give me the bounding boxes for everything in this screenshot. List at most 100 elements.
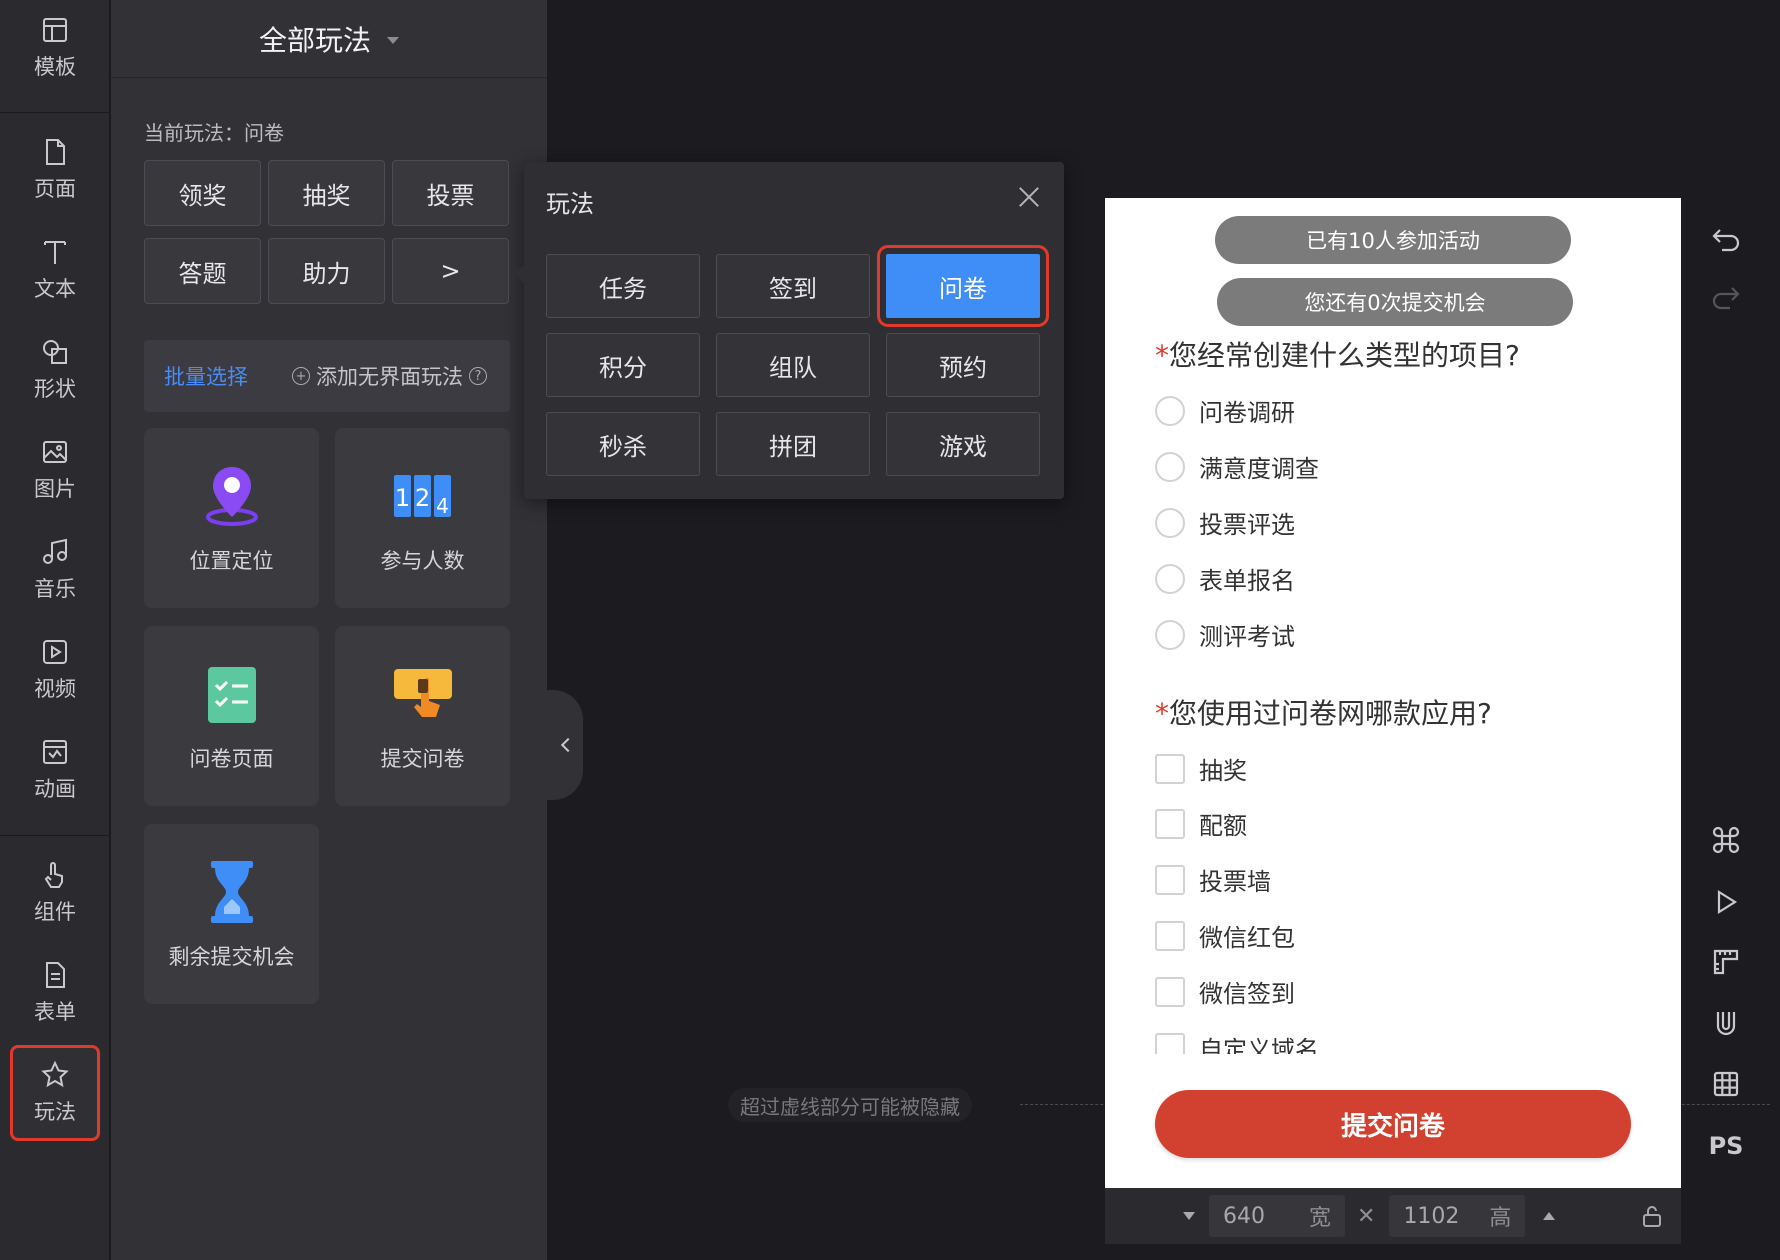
rail-item-gameplay[interactable]: 玩法 bbox=[10, 1045, 100, 1141]
close-icon[interactable] bbox=[1016, 184, 1042, 210]
popup-option[interactable]: 签到 bbox=[716, 254, 870, 318]
checkbox-option[interactable]: 投票墙 bbox=[1155, 862, 1271, 897]
popup-pointer bbox=[515, 265, 524, 283]
radio-button[interactable] bbox=[1155, 395, 1185, 426]
undo-button[interactable] bbox=[1700, 212, 1752, 264]
mode-button[interactable]: 助力 bbox=[268, 238, 385, 304]
grid-icon bbox=[1713, 1071, 1739, 1097]
popup-option[interactable]: 组队 bbox=[716, 333, 870, 397]
checkbox[interactable] bbox=[1155, 1032, 1185, 1054]
height-field[interactable]: 1102 高 bbox=[1389, 1195, 1526, 1237]
rail-label: 文本 bbox=[34, 277, 76, 301]
more-modes-button[interactable]: > bbox=[392, 238, 509, 304]
ps-import-button[interactable]: PS bbox=[1700, 1120, 1752, 1172]
radio-button[interactable] bbox=[1155, 619, 1185, 650]
card-location[interactable]: 位置定位 bbox=[144, 428, 319, 608]
rail-item-form[interactable]: 表单 bbox=[0, 945, 110, 1041]
rail-item-music[interactable]: 音乐 bbox=[0, 522, 110, 618]
fold-hint: 超过虚线部分可能被隐藏 bbox=[728, 1088, 972, 1122]
radio-button[interactable] bbox=[1155, 507, 1185, 538]
preview-button[interactable] bbox=[1700, 876, 1752, 928]
card-questionnaire-page[interactable]: 问卷页面 bbox=[144, 626, 319, 806]
rail-item-shape[interactable]: 形状 bbox=[0, 322, 110, 418]
svg-text:1: 1 bbox=[394, 484, 409, 512]
option-label: 满意度调查 bbox=[1199, 455, 1319, 483]
card-participants[interactable]: 1 2 4 参与人数 bbox=[335, 428, 510, 608]
add-free-gameplay-link[interactable]: + 添加无界面玩法 ? bbox=[292, 361, 487, 391]
rail-label: 表单 bbox=[34, 1000, 76, 1024]
magnet-snap-button[interactable] bbox=[1700, 998, 1752, 1050]
decrease-icon[interactable] bbox=[1183, 1212, 1195, 1220]
svg-text:4: 4 bbox=[436, 494, 449, 518]
panel-header[interactable]: 全部玩法 bbox=[111, 0, 547, 78]
radio-option[interactable]: 问卷调研 bbox=[1155, 393, 1295, 428]
mode-button[interactable]: 抽奖 bbox=[268, 160, 385, 226]
checkbox[interactable] bbox=[1155, 808, 1185, 839]
rail-item-image[interactable]: 图片 bbox=[0, 422, 110, 518]
command-icon bbox=[1712, 826, 1740, 854]
radio-button[interactable] bbox=[1155, 451, 1185, 482]
option-label: 投票评选 bbox=[1199, 511, 1295, 539]
help-icon[interactable]: ? bbox=[469, 367, 487, 385]
popup-option[interactable]: 预约 bbox=[886, 333, 1040, 397]
increase-icon[interactable] bbox=[1543, 1212, 1556, 1220]
checkbox-option[interactable]: 抽奖 bbox=[1155, 751, 1247, 786]
rail-item-video[interactable]: 视频 bbox=[0, 622, 110, 718]
grid-button[interactable] bbox=[1700, 1058, 1752, 1110]
checkbox[interactable] bbox=[1155, 753, 1185, 784]
rail-item-component[interactable]: 组件 bbox=[0, 845, 110, 941]
checkbox-option[interactable]: 微信红包 bbox=[1155, 918, 1295, 953]
ruler-button[interactable] bbox=[1700, 936, 1752, 988]
mode-button[interactable]: 领奖 bbox=[144, 160, 261, 226]
panel-title: 全部玩法 bbox=[258, 23, 371, 57]
collapse-panel-button[interactable] bbox=[547, 690, 583, 800]
popup-option[interactable]: 秒杀 bbox=[546, 412, 700, 476]
height-value: 1102 bbox=[1403, 1203, 1460, 1229]
question-2-title: *您使用过问卷网哪款应用? bbox=[1155, 692, 1492, 732]
page-preview[interactable]: 已有10人参加活动 您还有0次提交机会 *您经常创建什么类型的项目? 问卷调研 … bbox=[1105, 198, 1681, 1188]
popup-option-selected[interactable]: 问卷 bbox=[877, 245, 1049, 327]
option-label: 问卷调研 bbox=[1199, 399, 1295, 427]
mode-button[interactable]: 投票 bbox=[392, 160, 509, 226]
popup-option[interactable]: 任务 bbox=[546, 254, 700, 318]
checkbox[interactable] bbox=[1155, 864, 1185, 895]
chances-pill[interactable]: 您还有0次提交机会 bbox=[1217, 278, 1573, 326]
shortcuts-button[interactable] bbox=[1700, 814, 1752, 866]
svg-text:2: 2 bbox=[414, 484, 429, 512]
rail-item-animation[interactable]: 动画 bbox=[0, 722, 110, 818]
rail-item-page[interactable]: 页面 bbox=[0, 122, 110, 218]
participants-pill[interactable]: 已有10人参加活动 bbox=[1215, 216, 1571, 264]
current-gameplay-label: 当前玩法：问卷 bbox=[144, 121, 284, 145]
card-remaining-chances[interactable]: 剩余提交机会 bbox=[144, 824, 319, 1004]
card-submit-questionnaire[interactable]: 提交问卷 bbox=[335, 626, 510, 806]
redo-button[interactable] bbox=[1700, 270, 1752, 322]
checkbox[interactable] bbox=[1155, 920, 1185, 951]
rail-item-template[interactable]: 模板 bbox=[0, 0, 110, 96]
checkbox[interactable] bbox=[1155, 976, 1185, 1007]
width-field[interactable]: 640 宽 bbox=[1209, 1195, 1345, 1237]
rail-item-text[interactable]: 文本 bbox=[0, 222, 110, 318]
unlock-icon[interactable] bbox=[1641, 1205, 1663, 1227]
radio-option[interactable]: 满意度调查 bbox=[1155, 449, 1319, 484]
rail-label: 视频 bbox=[34, 677, 76, 701]
popup-option[interactable]: 积分 bbox=[546, 333, 700, 397]
checkbox-option[interactable]: 自定义域名 bbox=[1155, 1030, 1319, 1054]
radio-option[interactable]: 投票评选 bbox=[1155, 505, 1295, 540]
mode-button[interactable]: 答题 bbox=[144, 238, 261, 304]
add-free-label: 添加无界面玩法 bbox=[316, 365, 463, 389]
popup-option[interactable]: 拼团 bbox=[716, 412, 870, 476]
radio-option[interactable]: 表单报名 bbox=[1155, 561, 1295, 596]
preview-content: 已有10人参加活动 您还有0次提交机会 *您经常创建什么类型的项目? 问卷调研 … bbox=[1105, 198, 1681, 1054]
video-icon bbox=[43, 640, 67, 664]
option-label: 抽奖 bbox=[1199, 757, 1247, 785]
checkbox-option[interactable]: 配额 bbox=[1155, 806, 1247, 841]
location-pin-icon bbox=[205, 467, 258, 526]
batch-select-link[interactable]: 批量选择 bbox=[164, 361, 248, 391]
radio-option[interactable]: 测评考试 bbox=[1155, 617, 1295, 652]
checkbox-option[interactable]: 微信签到 bbox=[1155, 974, 1295, 1009]
popup-option[interactable]: 游戏 bbox=[886, 412, 1040, 476]
submit-questionnaire-button[interactable]: 提交问卷 bbox=[1155, 1090, 1631, 1158]
radio-button[interactable] bbox=[1155, 563, 1185, 594]
rail-label: 玩法 bbox=[34, 1100, 76, 1124]
popup-title: 玩法 bbox=[546, 190, 594, 218]
